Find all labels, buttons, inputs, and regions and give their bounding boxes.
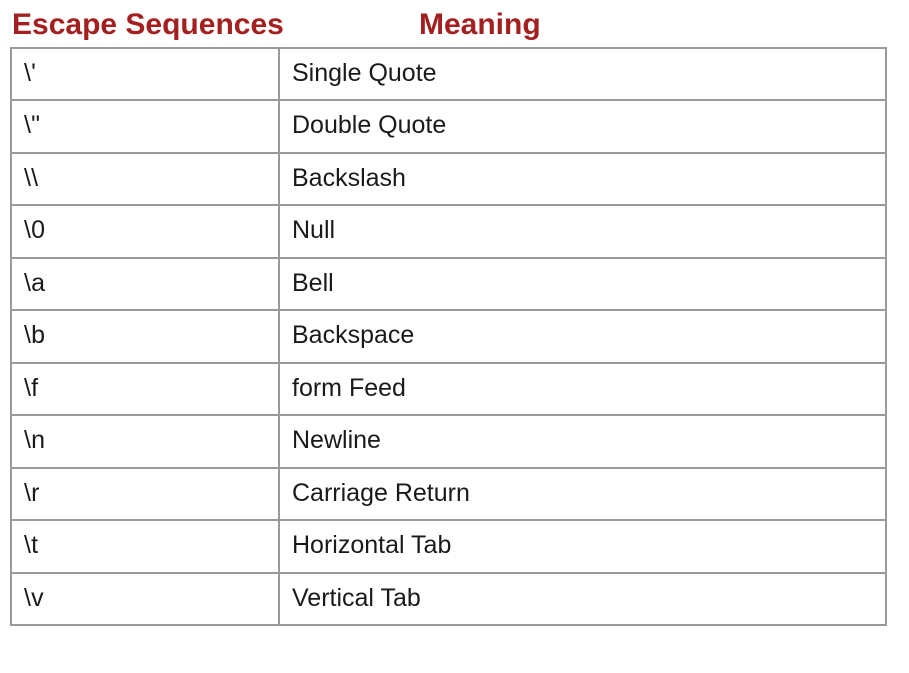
- header-meaning: Meaning: [413, 8, 887, 43]
- table-row: \r Carriage Return: [11, 468, 886, 521]
- table-row: \' Single Quote: [11, 48, 886, 101]
- header-escape-sequences: Escape Sequences: [10, 8, 413, 43]
- table-row: \t Horizontal Tab: [11, 520, 886, 573]
- table-row: \n Newline: [11, 415, 886, 468]
- cell-sequence: \\: [11, 153, 279, 206]
- escape-sequence-table: \' Single Quote \" Double Quote \\ Backs…: [10, 47, 887, 627]
- cell-sequence: \b: [11, 310, 279, 363]
- table-row: \f form Feed: [11, 363, 886, 416]
- cell-sequence: \': [11, 48, 279, 101]
- cell-meaning: Newline: [279, 415, 886, 468]
- cell-sequence: \v: [11, 573, 279, 626]
- cell-sequence: \t: [11, 520, 279, 573]
- table-row: \a Bell: [11, 258, 886, 311]
- cell-meaning: Backslash: [279, 153, 886, 206]
- cell-sequence: \n: [11, 415, 279, 468]
- table-row: \v Vertical Tab: [11, 573, 886, 626]
- cell-meaning: form Feed: [279, 363, 886, 416]
- cell-meaning: Null: [279, 205, 886, 258]
- cell-meaning: Backspace: [279, 310, 886, 363]
- cell-sequence: \a: [11, 258, 279, 311]
- cell-meaning: Carriage Return: [279, 468, 886, 521]
- cell-meaning: Single Quote: [279, 48, 886, 101]
- cell-sequence: \r: [11, 468, 279, 521]
- cell-meaning: Double Quote: [279, 100, 886, 153]
- cell-sequence: \f: [11, 363, 279, 416]
- cell-meaning: Bell: [279, 258, 886, 311]
- table-row: \" Double Quote: [11, 100, 886, 153]
- cell-meaning: Vertical Tab: [279, 573, 886, 626]
- table-row: \0 Null: [11, 205, 886, 258]
- cell-sequence: \": [11, 100, 279, 153]
- cell-meaning: Horizontal Tab: [279, 520, 886, 573]
- cell-sequence: \0: [11, 205, 279, 258]
- table-row: \b Backspace: [11, 310, 886, 363]
- table-header-row: Escape Sequences Meaning: [10, 8, 887, 43]
- table-row: \\ Backslash: [11, 153, 886, 206]
